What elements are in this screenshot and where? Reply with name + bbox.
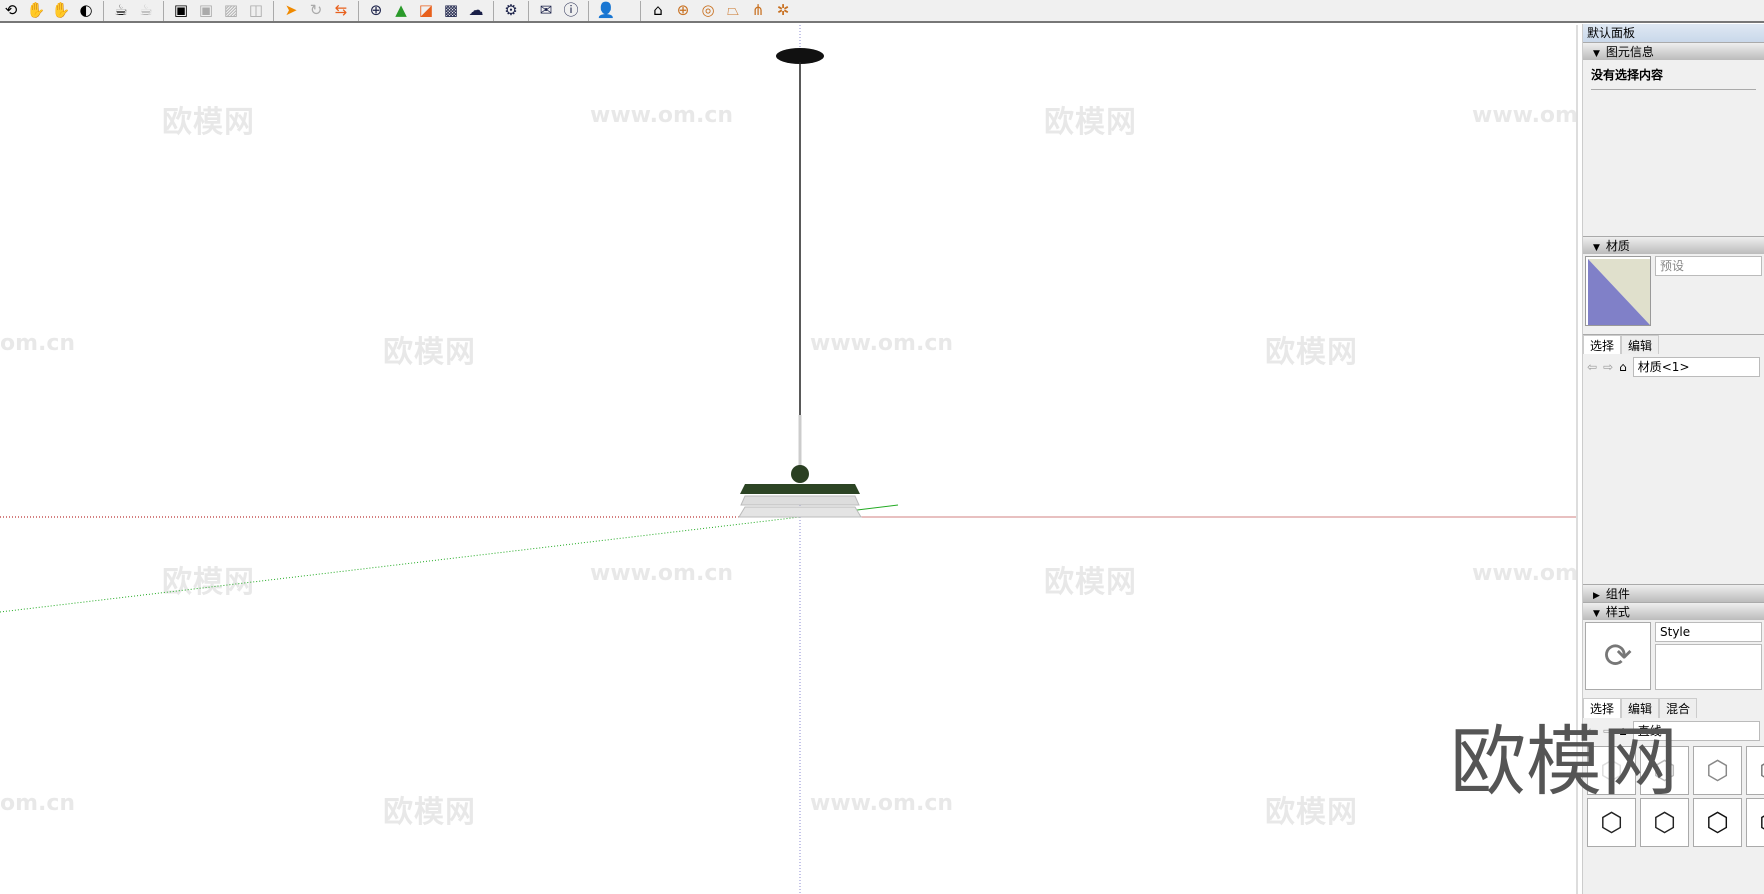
- front-view-icon[interactable]: ▨: [220, 1, 242, 21]
- forward-arrow-icon[interactable]: ⇨: [1603, 360, 1613, 374]
- lamp-shade-top: [740, 484, 860, 494]
- section-label: 组件: [1605, 587, 1630, 601]
- drape-icon[interactable]: ◎: [697, 1, 719, 21]
- toolbar-divider: [493, 0, 494, 21]
- collapse-triangle-icon: ▼: [1593, 49, 1600, 59]
- toolbar-divider: [528, 0, 529, 21]
- section-label: 图元信息: [1605, 45, 1654, 59]
- lamp-shade-mid: [740, 495, 860, 506]
- styles-header[interactable]: ▼ 样式: [1583, 602, 1764, 620]
- info-icon[interactable]: ⓘ: [560, 1, 582, 21]
- position-camera-icon[interactable]: ☕: [110, 1, 132, 21]
- watermark-logo-large: 欧模网: [1450, 717, 1678, 806]
- zoom-icon[interactable]: ✋: [50, 1, 72, 21]
- green-axis-dotted: [0, 516, 801, 613]
- texture-icon[interactable]: ▩: [440, 1, 462, 21]
- add-location-icon[interactable]: ⊕: [365, 1, 387, 21]
- material-collection-select[interactable]: 材质<1>: [1632, 357, 1760, 377]
- right-view-icon[interactable]: ◫: [245, 1, 267, 21]
- materials-tab-select[interactable]: 选择: [1583, 335, 1622, 354]
- style-thumbnail[interactable]: ⬡: [1693, 746, 1742, 795]
- scene: [0, 25, 1576, 894]
- toolbar-divider: [588, 0, 589, 21]
- style-thumbnail[interactable]: ⬡: [1693, 798, 1742, 847]
- expand-triangle-icon: ▶: [1593, 591, 1600, 601]
- style-name-input[interactable]: Style: [1655, 622, 1762, 642]
- lamp-shade-bottom: [738, 506, 862, 518]
- top-view-icon[interactable]: ▣: [195, 1, 217, 21]
- iso-view-icon[interactable]: ▣: [170, 1, 192, 21]
- back-arrow-icon[interactable]: ⇦: [1587, 360, 1597, 374]
- material-name-input[interactable]: 预设: [1655, 256, 1762, 276]
- toolbar-divider: [163, 0, 164, 21]
- collapse-triangle-icon: ▼: [1593, 243, 1600, 253]
- toolbar-divider: [358, 0, 359, 21]
- toolbar: ⟲ ✋ ✋ ◐ ☕ ☕ ▣ ▣ ▨ ◫ ➤ ↻ ⇆ ⊕ ▲ ◪ ▩ ☁ ⚙ ✉ …: [0, 0, 1764, 23]
- entity-info-status: 没有选择内容: [1591, 66, 1756, 90]
- sandbox-icon[interactable]: ⌂: [647, 1, 669, 21]
- toolbar-divider: [103, 0, 104, 21]
- ceiling-canopy: [776, 48, 824, 64]
- style-thumbnail[interactable]: ⬡: [1746, 746, 1764, 795]
- add-detail-icon[interactable]: ⋔: [747, 1, 769, 21]
- style-thumbnail[interactable]: ⟳: [1585, 622, 1651, 690]
- user-icon[interactable]: 👤: [595, 1, 617, 21]
- section-label: 材质: [1605, 239, 1630, 253]
- collapse-triangle-icon: ▼: [1593, 609, 1600, 619]
- entity-info-body: 没有选择内容: [1583, 60, 1764, 236]
- smoove-icon[interactable]: ⏢: [722, 1, 744, 21]
- flip-edge-icon[interactable]: ✲: [772, 1, 794, 21]
- flip-icon[interactable]: ⇆: [330, 1, 352, 21]
- materials-preview-row: 预设: [1583, 254, 1764, 328]
- style-thumbnail[interactable]: ⬡: [1746, 798, 1764, 847]
- mail-icon[interactable]: ✉: [535, 1, 557, 21]
- 3d-viewport[interactable]: 欧模网 www.om.cn 欧模网 www.om.cn om.cn 欧模网 ww…: [0, 25, 1578, 894]
- get-models-icon[interactable]: ▲: [390, 1, 412, 21]
- home-icon[interactable]: ⌂: [1619, 360, 1627, 374]
- orbit-icon[interactable]: ⟲: [0, 1, 22, 21]
- toolbar-divider: [640, 0, 641, 21]
- materials-tab-edit[interactable]: 编辑: [1621, 335, 1660, 354]
- toolbar-divider: [273, 0, 274, 21]
- section-label: 样式: [1605, 605, 1630, 619]
- previous-view-icon[interactable]: ◐: [75, 1, 97, 21]
- materials-browser[interactable]: [1583, 380, 1764, 584]
- share-model-icon[interactable]: ◪: [415, 1, 437, 21]
- entity-info-header[interactable]: ▼ 图元信息: [1583, 42, 1764, 60]
- materials-nav-row: ⇦ ⇨ ⌂ 材质<1>: [1583, 354, 1764, 380]
- pan-icon[interactable]: ✋: [25, 1, 47, 21]
- extension-settings-icon[interactable]: ⚙: [500, 1, 522, 21]
- follow-me-icon[interactable]: ➤: [280, 1, 302, 21]
- upload-icon[interactable]: ☁: [465, 1, 487, 21]
- tray-title: 默认面板: [1583, 24, 1764, 42]
- style-description-input[interactable]: [1655, 644, 1762, 690]
- walk-icon[interactable]: ☕: [135, 1, 157, 21]
- lamp-finial: [791, 465, 809, 483]
- components-header[interactable]: ▶ 组件: [1583, 584, 1764, 602]
- styles-preview-row: ⟳ Style: [1583, 620, 1764, 692]
- rotate-icon[interactable]: ↻: [305, 1, 327, 21]
- stamp-icon[interactable]: ⊕: [672, 1, 694, 21]
- material-swatch[interactable]: [1585, 256, 1651, 326]
- materials-header[interactable]: ▼ 材质: [1583, 236, 1764, 254]
